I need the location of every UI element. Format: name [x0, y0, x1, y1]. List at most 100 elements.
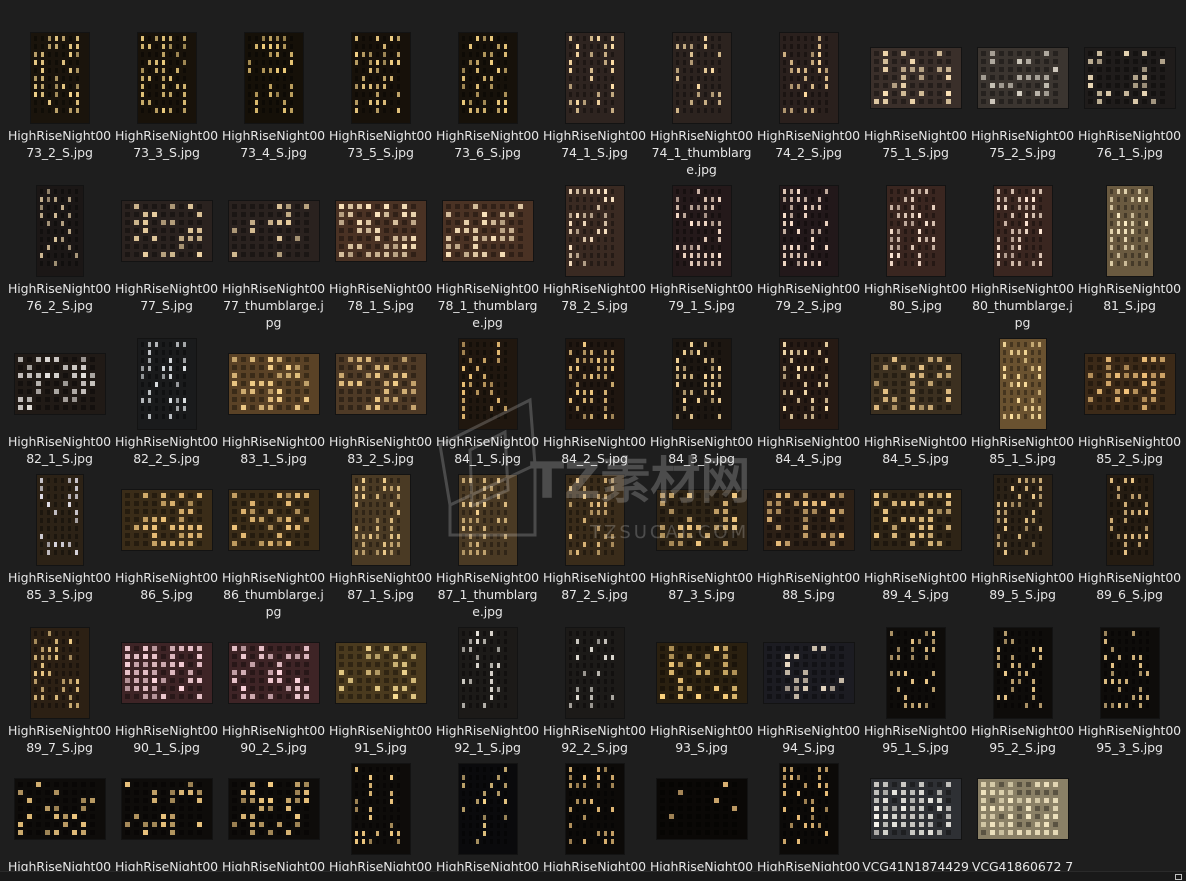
window-light	[133, 540, 139, 546]
file-tile[interactable]: HighRiseNight0082_1_S.jpg	[6, 330, 113, 482]
file-tile[interactable]: HighRiseNight0083_2_S.jpg	[327, 330, 434, 482]
file-tile[interactable]: HighRiseNight0095_2_S.jpg	[969, 619, 1076, 771]
file-tile[interactable]: HighRiseNight0076_2_S.jpg	[6, 177, 113, 329]
file-tile[interactable]: HighRiseNight0077_thumblarge.jpg	[220, 177, 327, 330]
file-browser-view[interactable]: HighRiseNight0073_2_S.jpg HighRiseNight00…	[0, 0, 1186, 872]
file-tile[interactable]: HighRiseNight0089_6_S.jpg	[1076, 466, 1183, 618]
file-tile[interactable]: HighRiseNight0079_2_S.jpg	[755, 177, 862, 329]
window-light	[39, 244, 43, 250]
file-tile[interactable]: HighRiseNight0095_7_S.jpg	[327, 755, 434, 872]
window-light	[508, 227, 514, 233]
file-tile[interactable]: HighRiseNight0095_3_S.jpg	[1076, 619, 1183, 771]
window-light	[169, 235, 175, 241]
window-light	[368, 830, 372, 836]
file-tile[interactable]: HighRiseNight0087_2_S.jpg	[541, 466, 648, 618]
file-tile[interactable]: HighRiseNight0089_4_S.jpg	[862, 466, 969, 618]
file-tile[interactable]: HighRiseNight0095_1_S.jpg	[862, 619, 969, 771]
window-light	[766, 500, 772, 506]
file-tile[interactable]: HighRiseNight0074_1_S.jpg	[541, 24, 648, 176]
window-light	[596, 260, 600, 266]
window-light	[782, 397, 786, 403]
window-light	[1150, 404, 1156, 410]
file-tile[interactable]: HighRiseNight0088_S.jpg	[755, 466, 862, 618]
file-tile[interactable]: HighRiseNight0080_S.jpg	[862, 177, 969, 329]
file-tile[interactable]: HighRiseNight0073_6_S.jpg	[434, 24, 541, 176]
file-tile[interactable]: HighRiseNight0086_S.jpg	[113, 466, 220, 618]
file-tile[interactable]: HighRiseNight0078_1_thumblarge.jpg	[434, 177, 541, 330]
file-tile[interactable]: HighRiseNight0079_1_S.jpg	[648, 177, 755, 329]
file-tile[interactable]: HighRiseNight0092_1_S.jpg	[434, 619, 541, 771]
file-tile[interactable]: HighRiseNight0084_4_S.jpg	[755, 330, 862, 482]
window-light	[475, 694, 479, 700]
window-light	[389, 67, 393, 73]
window-light	[67, 260, 71, 266]
file-tile[interactable]: HighRiseNight0085_2_S.jpg	[1076, 330, 1183, 482]
window-light	[891, 516, 897, 522]
file-tile[interactable]: HighRiseNight0089_7_S.jpg	[6, 619, 113, 771]
view-toggle-icon[interactable]	[1175, 874, 1182, 880]
file-tile[interactable]: HighRiseNight0086_thumblarge.jpg	[220, 466, 327, 619]
file-tile[interactable]: HighRiseNight0074_1_thumblarge.jpg	[648, 24, 755, 177]
file-tile[interactable]: HighRiseNight0074_2_S.jpg	[755, 24, 862, 176]
file-tile[interactable]: HighRiseNight0092_2_S.jpg	[541, 619, 648, 771]
window-light	[489, 678, 493, 684]
file-tile[interactable]: HighRiseNight0090_1_S.jpg	[113, 619, 220, 771]
file-tile[interactable]: HighRiseNight0083_1_S.jpg	[220, 330, 327, 482]
file-tile[interactable]: HighRiseNight0087_1_S.jpg	[327, 466, 434, 618]
window-light	[151, 540, 157, 546]
window-light	[482, 51, 486, 57]
file-tile[interactable]: HighRiseNight0081_S.jpg	[1076, 177, 1183, 329]
window-light	[482, 525, 486, 531]
file-tile[interactable]: HighRiseNight0084_3_S.jpg	[648, 330, 755, 482]
file-tile[interactable]: HighRiseNight0084_1_S.jpg	[434, 330, 541, 482]
file-tile[interactable]: HighRiseNight0097_2_S.jpg	[648, 755, 755, 872]
window-light	[60, 509, 64, 515]
window-light	[361, 814, 365, 820]
window-light	[582, 525, 586, 531]
file-tile[interactable]: HighRiseNight0085_3_S.jpg	[6, 466, 113, 618]
file-tile[interactable]: HighRiseNight0078_2_S.jpg	[541, 177, 648, 329]
file-tile[interactable]: HighRiseNight0080_thumblarge.jpg	[969, 177, 1076, 330]
file-tile[interactable]: VCG41860672 72.jpg	[969, 755, 1076, 872]
file-tile[interactable]: HighRiseNight0084_5_S.jpg	[862, 330, 969, 482]
file-tile[interactable]: HighRiseNight0073_5_S.jpg	[327, 24, 434, 176]
file-tile[interactable]: HighRiseNight0084_2_S.jpg	[541, 330, 648, 482]
window-light	[689, 91, 693, 97]
file-tile[interactable]: HighRiseNight0076_1_S.jpg	[1076, 24, 1183, 176]
window-light	[589, 517, 593, 523]
window-light	[231, 227, 237, 233]
window-light	[1037, 373, 1041, 379]
file-tile[interactable]: HighRiseNight0075_2_S.jpg	[969, 24, 1076, 176]
window-light	[704, 661, 710, 667]
file-tile[interactable]: HighRiseNight0095_4_S.jpg	[6, 755, 113, 872]
file-tile[interactable]: HighRiseNight0073_2_S.jpg	[6, 24, 113, 176]
file-tile[interactable]: HighRiseNight0096_M.jpg	[434, 755, 541, 872]
file-tile[interactable]: HighRiseNight0073_3_S.jpg	[113, 24, 220, 176]
file-tile[interactable]: HighRiseNight0097_1_S.jpg	[541, 755, 648, 872]
file-tile[interactable]: HighRiseNight0073_4_S.jpg	[220, 24, 327, 176]
file-tile[interactable]: HighRiseNight0082_2_S.jpg	[113, 330, 220, 482]
file-tile[interactable]: HighRiseNight0085_1_S.jpg	[969, 330, 1076, 482]
file-tile[interactable]: HighRiseNight0091_S.jpg	[327, 619, 434, 771]
window-light	[811, 677, 817, 683]
file-tile[interactable]: HighRiseNight0075_1_S.jpg	[862, 24, 969, 176]
file-tile[interactable]: HighRiseNight0077_S.jpg	[113, 177, 220, 329]
file-tile[interactable]: VCG41N187442910.jpg	[862, 755, 969, 872]
window-light	[67, 493, 71, 499]
file-tile[interactable]: HighRiseNight0093_S.jpg	[648, 619, 755, 771]
file-tile[interactable]: HighRiseNight0094_S.jpg	[755, 619, 862, 771]
file-tile[interactable]: HighRiseNight0095_6_S.jpg	[220, 755, 327, 872]
file-tile[interactable]: HighRiseNight0087_1_thumblarge.jpg	[434, 466, 541, 619]
file-tile[interactable]: HighRiseNight0089_5_S.jpg	[969, 466, 1076, 618]
window-light	[276, 653, 282, 659]
window-light	[793, 677, 799, 683]
file-tile[interactable]: HighRiseNight0078_1_S.jpg	[327, 177, 434, 329]
window-light	[610, 806, 614, 812]
file-tile[interactable]: HighRiseNight0097_3_S.jpg	[755, 755, 862, 872]
file-tile[interactable]: HighRiseNight0095_5_S.jpg	[113, 755, 220, 872]
file-tile[interactable]: HighRiseNight0090_2_S.jpg	[220, 619, 327, 771]
window-light	[824, 83, 828, 89]
file-tile[interactable]: HighRiseNight0087_3_S.jpg	[648, 466, 755, 618]
window-light	[1003, 196, 1007, 202]
window-light	[258, 404, 264, 410]
